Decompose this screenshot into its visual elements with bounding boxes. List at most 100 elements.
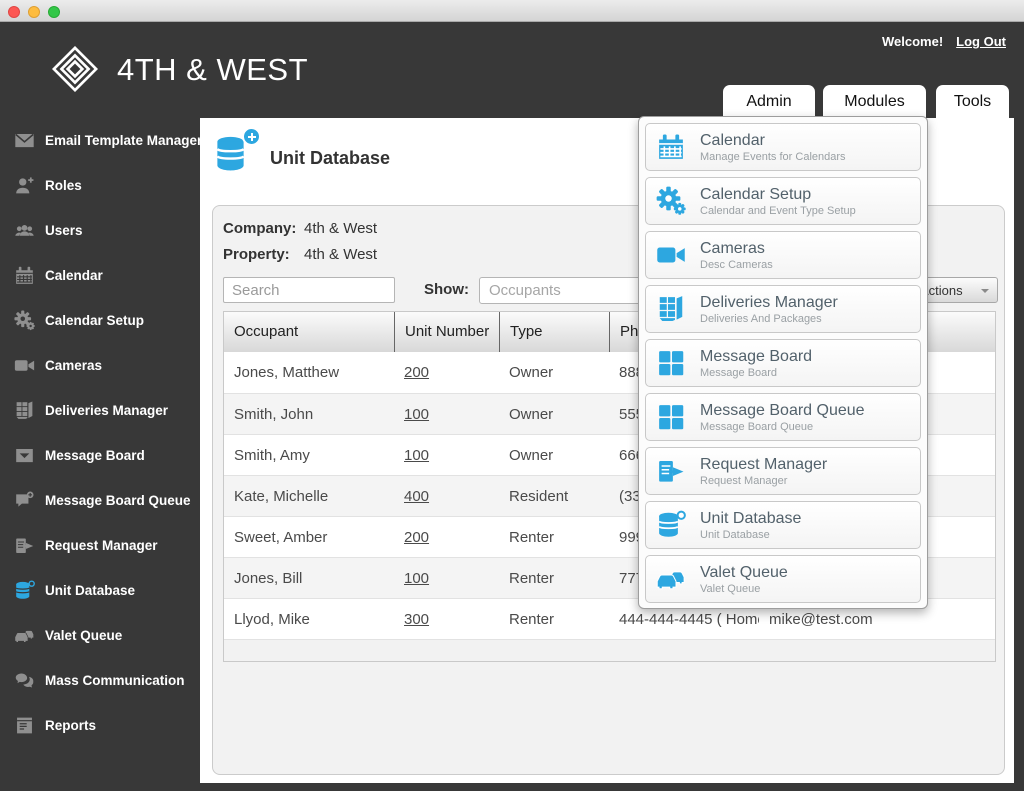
sidebar-item-label: Valet Queue — [45, 628, 122, 643]
cell-type: Owner — [499, 394, 609, 434]
page-title: Unit Database — [270, 148, 390, 169]
close-window-button[interactable] — [8, 6, 20, 18]
property-value: 4th & West — [304, 246, 377, 263]
logout-link[interactable]: Log Out — [956, 34, 1006, 49]
database-icon — [14, 580, 35, 601]
unit-number-link[interactable]: 100 — [404, 570, 429, 587]
menu-item-title: Unit Database — [700, 510, 801, 528]
cell-type: Owner — [499, 352, 609, 393]
sidebar-item-roles[interactable]: Roles — [0, 163, 200, 208]
sidebar-item-label: Message Board — [45, 448, 145, 463]
sidebar-item-reports[interactable]: Reports — [0, 703, 200, 748]
envelope-icon — [14, 130, 35, 151]
database-plus-icon — [213, 127, 257, 175]
video-camera-icon — [656, 240, 686, 270]
sidebar-item-users[interactable]: Users — [0, 208, 200, 253]
cell-type: Owner — [499, 435, 609, 475]
header-cell-unit-number: Unit Number — [394, 312, 499, 352]
menu-item-calendar[interactable]: Calendar Manage Events for Calendars — [645, 123, 921, 171]
unit-number-link[interactable]: 100 — [404, 447, 429, 464]
chat-bubbles-icon — [14, 670, 35, 691]
sidebar-item-email-template-manager[interactable]: Email Template Manager — [0, 118, 200, 163]
calendar-icon — [656, 132, 686, 162]
menu-item-title: Cameras — [700, 240, 773, 258]
sidebar-item-request-manager[interactable]: Request Manager — [0, 523, 200, 568]
brand-logo-icon — [52, 46, 98, 92]
grid-icon — [656, 402, 686, 432]
menu-item-subtitle: Valet Queue — [700, 583, 788, 595]
sidebar-item-mass-communication[interactable]: Mass Communication — [0, 658, 200, 703]
menu-item-title: Deliveries Manager — [700, 294, 838, 312]
user-greeting: Welcome! Log Out — [882, 34, 1006, 49]
sidebar-item-message-board[interactable]: Message Board — [0, 433, 200, 478]
sidebar-item-label: Request Manager — [45, 538, 158, 553]
sidebar-item-label: Reports — [45, 718, 96, 733]
fullscreen-window-button[interactable] — [48, 6, 60, 18]
menu-item-unit-database[interactable]: Unit Database Unit Database — [645, 501, 921, 549]
clipboard-arrow-icon — [656, 456, 686, 486]
sidebar: Email Template Manager Roles Users Calen… — [0, 118, 200, 748]
show-select[interactable]: Occupants — [479, 277, 641, 304]
cell-occupant: Smith, John — [224, 394, 394, 434]
sidebar-item-valet-queue[interactable]: Valet Queue — [0, 613, 200, 658]
tab-modules[interactable]: Modules — [823, 85, 926, 118]
sidebar-item-label: Calendar Setup — [45, 313, 144, 328]
cell-occupant: Jones, Matthew — [224, 352, 394, 393]
calendar-icon — [14, 265, 35, 286]
plus-badge-icon — [242, 127, 261, 146]
menu-item-title: Request Manager — [700, 456, 827, 474]
sidebar-item-label: Users — [45, 223, 83, 238]
company-value: 4th & West — [304, 220, 377, 237]
table-footer — [224, 639, 995, 661]
header-cell-type: Type — [499, 312, 609, 352]
sidebar-item-unit-database[interactable]: Unit Database — [0, 568, 200, 613]
unit-number-link[interactable]: 200 — [404, 364, 429, 381]
minimize-window-button[interactable] — [28, 6, 40, 18]
menu-item-cameras[interactable]: Cameras Desc Cameras — [645, 231, 921, 279]
header-cell-occupant: Occupant — [224, 312, 394, 352]
sidebar-item-calendar-setup[interactable]: Calendar Setup — [0, 298, 200, 343]
chat-plus-icon — [14, 490, 35, 511]
menu-item-title: Message Board — [700, 348, 812, 366]
menu-item-message-board-queue[interactable]: Message Board Queue Message Board Queue — [645, 393, 921, 441]
sidebar-item-deliveries-manager[interactable]: Deliveries Manager — [0, 388, 200, 433]
cell-occupant: Kate, Michelle — [224, 476, 394, 516]
unit-number-link[interactable]: 100 — [404, 406, 429, 423]
macos-titlebar — [0, 0, 1024, 22]
menu-item-title: Calendar Setup — [700, 186, 856, 204]
menu-item-subtitle: Request Manager — [700, 475, 827, 487]
sidebar-item-label: Mass Communication — [45, 673, 185, 688]
person-plus-icon — [14, 175, 35, 196]
menu-item-subtitle: Desc Cameras — [700, 259, 773, 271]
sidebar-item-cameras[interactable]: Cameras — [0, 343, 200, 388]
sidebar-item-message-board-queue[interactable]: Message Board Queue — [0, 478, 200, 523]
menu-item-message-board[interactable]: Message Board Message Board — [645, 339, 921, 387]
cars-icon — [14, 625, 35, 646]
menu-item-calendar-setup[interactable]: Calendar Setup Calendar and Event Type S… — [645, 177, 921, 225]
grid-icon — [656, 348, 686, 378]
unit-number-link[interactable]: 300 — [404, 611, 429, 628]
tab-admin[interactable]: Admin — [723, 85, 815, 118]
menu-item-subtitle: Message Board — [700, 367, 812, 379]
menu-item-subtitle: Message Board Queue — [700, 421, 865, 433]
menu-item-title: Valet Queue — [700, 564, 788, 582]
cell-occupant: Sweet, Amber — [224, 517, 394, 557]
cell-occupant: Jones, Bill — [224, 558, 394, 598]
sidebar-item-label: Roles — [45, 178, 82, 193]
menu-item-request-manager[interactable]: Request Manager Request Manager — [645, 447, 921, 495]
cell-occupant: Llyod, Mike — [224, 599, 394, 639]
menu-item-subtitle: Manage Events for Calendars — [700, 151, 846, 163]
modules-dropdown-menu: Calendar Manage Events for Calendars Cal… — [638, 116, 928, 609]
unit-number-link[interactable]: 400 — [404, 488, 429, 505]
inbox-icon — [14, 445, 35, 466]
sidebar-item-label: Unit Database — [45, 583, 135, 598]
menu-item-valet-queue[interactable]: Valet Queue Valet Queue — [645, 555, 921, 603]
video-camera-icon — [14, 355, 35, 376]
menu-item-deliveries-manager[interactable]: Deliveries Manager Deliveries And Packag… — [645, 285, 921, 333]
tab-tools[interactable]: Tools — [936, 85, 1009, 118]
menu-item-subtitle: Calendar and Event Type Setup — [700, 205, 856, 217]
unit-number-link[interactable]: 200 — [404, 529, 429, 546]
search-input[interactable] — [223, 277, 395, 303]
sidebar-item-label: Message Board Queue — [45, 493, 191, 508]
sidebar-item-calendar[interactable]: Calendar — [0, 253, 200, 298]
